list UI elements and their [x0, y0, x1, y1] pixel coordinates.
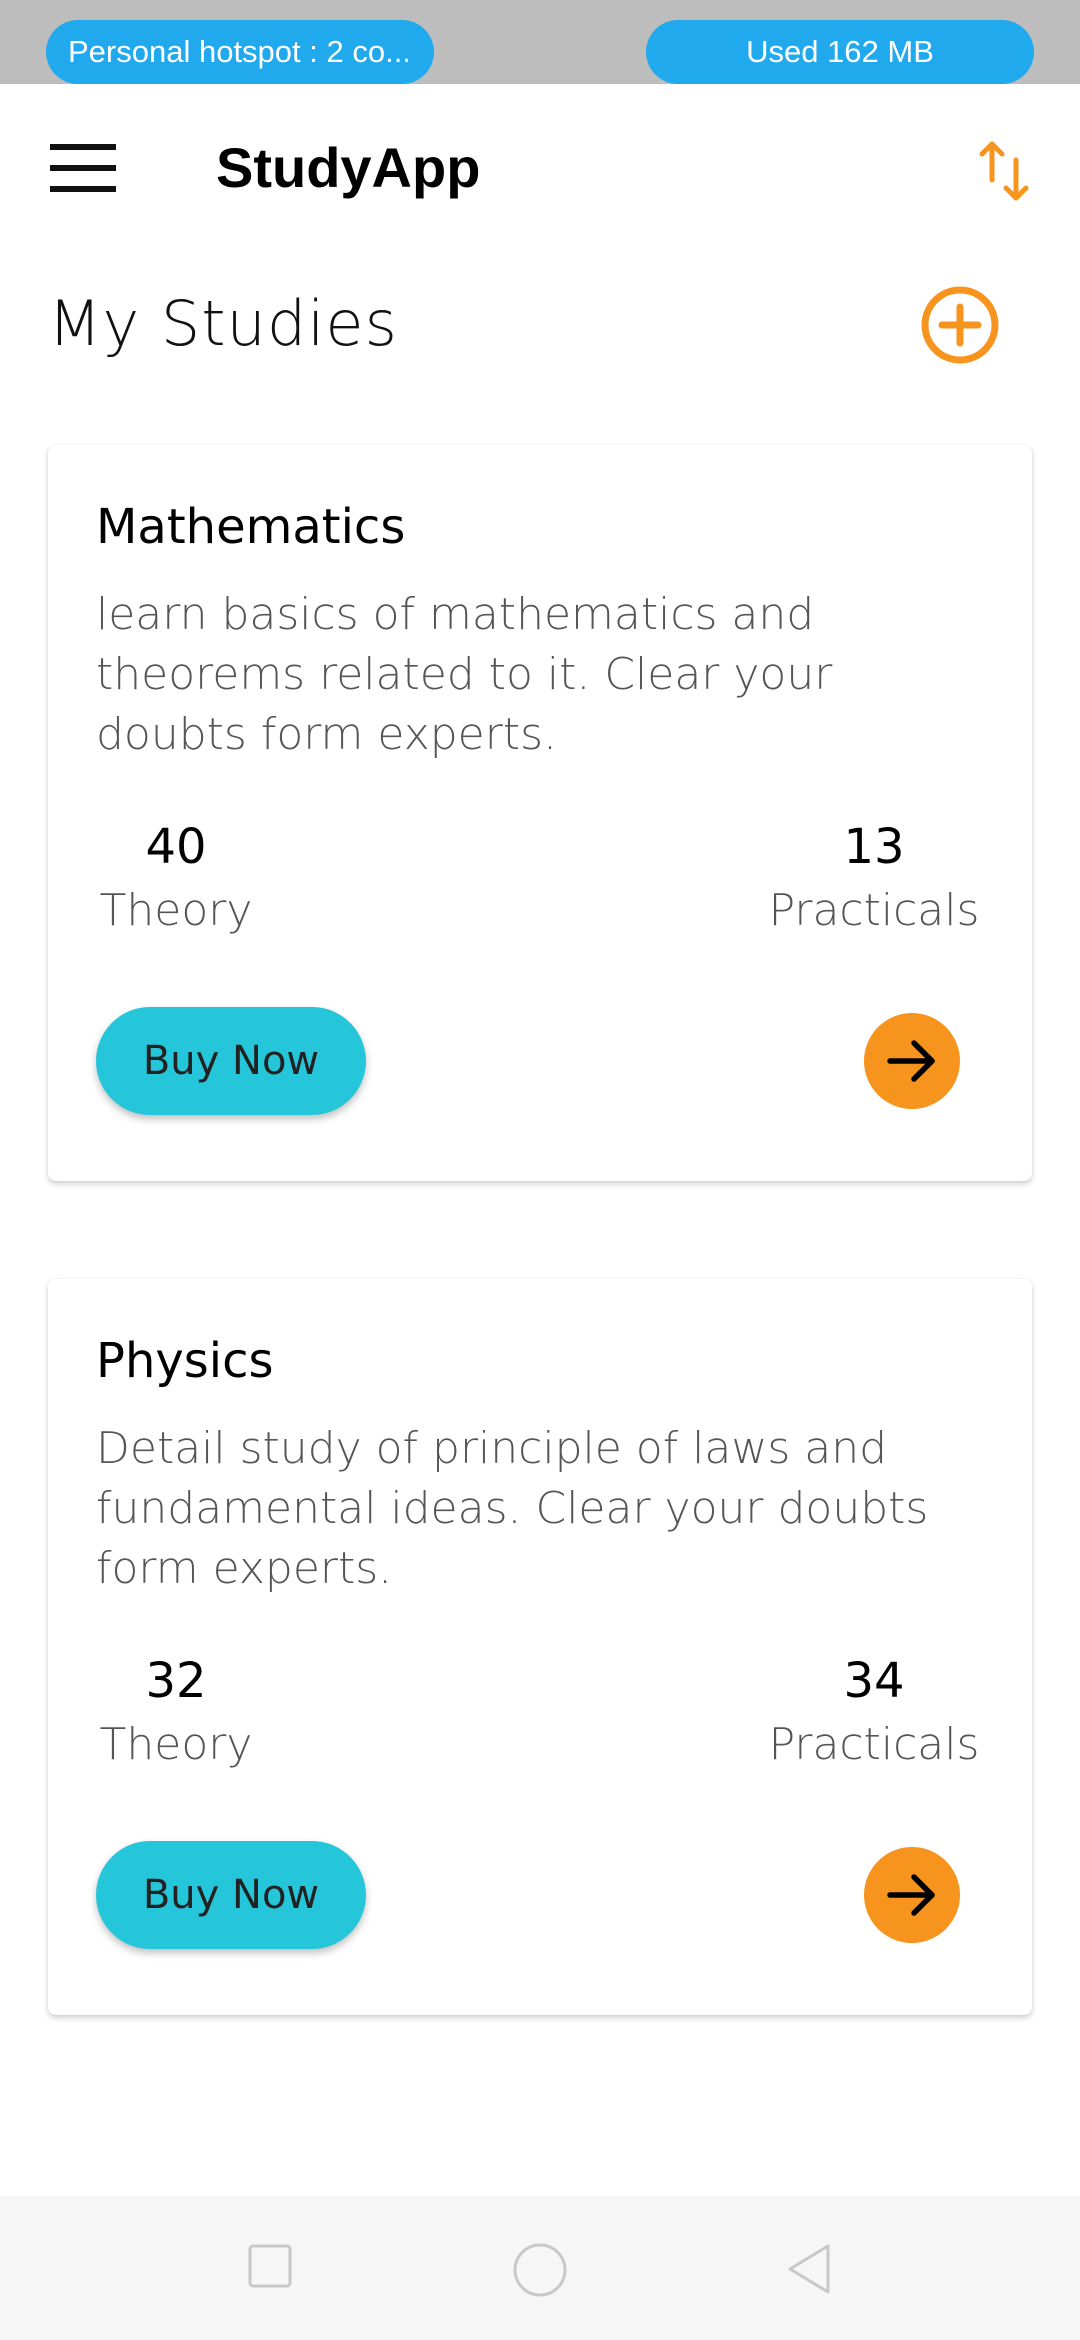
buy-now-button[interactable]: Buy Now — [96, 1841, 366, 1949]
theory-stat: 40 Theory — [96, 815, 256, 943]
app-title: StudyApp — [216, 136, 481, 199]
arrow-right-icon — [887, 1040, 935, 1082]
theory-label: Theory — [99, 885, 253, 936]
data-usage-pill[interactable]: Used 162 MB — [646, 20, 1034, 84]
practicals-stat: 34 Practicals — [764, 1649, 984, 1777]
hotspot-pill[interactable]: Personal hotspot : 2 co... — [46, 20, 434, 84]
open-study-button[interactable] — [864, 1013, 960, 1109]
back-triangle-icon[interactable] — [784, 2242, 834, 2300]
home-circle-icon[interactable] — [512, 2242, 568, 2302]
theory-count: 40 — [145, 819, 207, 875]
buy-now-button[interactable]: Buy Now — [96, 1007, 366, 1115]
study-description: Detail study of principle of laws and fu… — [96, 1423, 929, 1594]
practicals-stat: 13 Practicals — [764, 815, 984, 943]
add-circle-icon[interactable] — [918, 283, 1002, 367]
sort-arrows-icon[interactable] — [976, 136, 1040, 208]
theory-count: 32 — [145, 1653, 207, 1709]
section-title: My Studies — [48, 287, 398, 360]
status-bar: Personal hotspot : 2 co... Used 162 MB — [0, 0, 1080, 84]
recents-square-icon[interactable] — [246, 2242, 296, 2296]
practicals-label: Practicals — [768, 1719, 980, 1770]
practicals-count: 13 — [843, 819, 905, 875]
app-bar: StudyApp — [0, 84, 1080, 254]
hamburger-menu-icon[interactable] — [44, 134, 124, 204]
practicals-count: 34 — [843, 1653, 905, 1709]
practicals-label: Practicals — [768, 885, 980, 936]
theory-label: Theory — [99, 1719, 253, 1770]
study-title: Physics — [96, 1333, 274, 1389]
open-study-button[interactable] — [864, 1847, 960, 1943]
system-navigation-bar — [0, 2196, 1080, 2340]
study-card[interactable]: Physics Detail study of principle of law… — [48, 1279, 1032, 2015]
study-card[interactable]: Mathematics learn basics of mathematics … — [48, 445, 1032, 1181]
study-description: learn basics of mathematics and theorems… — [96, 589, 833, 760]
study-title: Mathematics — [96, 499, 406, 555]
theory-stat: 32 Theory — [96, 1649, 256, 1777]
arrow-right-icon — [887, 1874, 935, 1916]
